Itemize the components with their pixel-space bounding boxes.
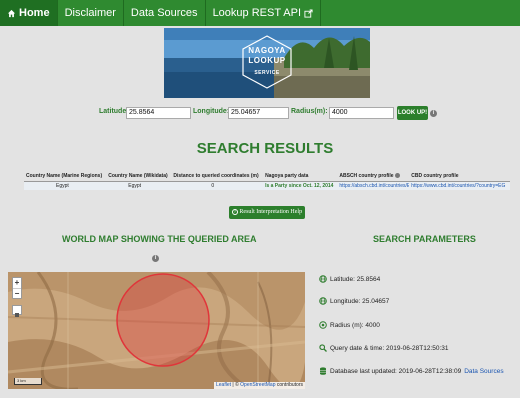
params-heading: SEARCH PARAMETERS — [373, 234, 476, 244]
col-absch-profile: ABSCH country profile — [337, 172, 410, 182]
param-query-date-text: Query date & time: 2019-06-28T12:50:31 — [330, 344, 449, 352]
param-db-updated-text: Database last updated: 2019-06-28T12:38:… — [330, 367, 462, 375]
nav-home-label: Home — [19, 7, 50, 19]
param-radius-text: Radius (m): 4000 — [330, 321, 380, 329]
param-longitude-text: Longitude: 25.04657 — [330, 297, 390, 305]
globe-icon — [319, 275, 327, 283]
col-nagoya-party: Nagoya party data — [263, 172, 338, 182]
osm-link[interactable]: OpenStreetMap — [240, 382, 275, 388]
nav-data-sources[interactable]: Data Sources — [124, 0, 206, 26]
col-marine-regions: Country Name (Marine Regions) — [24, 172, 107, 182]
zoom-control: + − — [12, 277, 22, 299]
nav-disclaimer[interactable]: Disclaimer — [58, 0, 124, 26]
result-help-label: Result Interpretation Help — [239, 209, 303, 215]
table-row: Egypt Egypt 0 Is a Party since Oct. 12, … — [24, 181, 510, 190]
hero-title-line1: NAGOYA — [248, 46, 286, 55]
home-icon — [7, 9, 16, 17]
search-icon — [319, 344, 327, 352]
map-info-icon[interactable]: i — [152, 255, 159, 262]
leaflet-link[interactable]: Leaflet — [216, 382, 231, 388]
query-radius-circle — [116, 273, 210, 367]
target-icon — [319, 321, 327, 329]
radius-input[interactable]: 4000 — [329, 107, 394, 119]
database-icon — [320, 367, 326, 375]
help-circle-icon: ? — [231, 208, 238, 215]
longitude-input[interactable]: 25.04657 — [228, 107, 289, 119]
radius-label: Radius(m): — [291, 108, 328, 115]
hero-title-line2: LOOKUP — [248, 56, 286, 65]
search-results-heading: SEARCH RESULTS — [196, 140, 334, 157]
satellite-tiles — [8, 272, 305, 389]
results-header-row: Country Name (Marine Regions) Country Na… — [24, 172, 510, 182]
param-radius: Radius (m): 4000 — [319, 321, 380, 329]
absch-link[interactable]: https://absch.cbd.int/countries/EG — [337, 181, 409, 190]
nav-home[interactable]: Home — [0, 0, 58, 26]
cell-distance: 0 — [211, 182, 215, 189]
col-wikidata: Country Name (Wikidata) — [106, 172, 172, 182]
globe-icon — [319, 297, 327, 305]
map-scale-bar: 3 km — [14, 378, 42, 385]
square-icon — [15, 313, 19, 317]
nav-disclaimer-label: Disclaimer — [64, 7, 116, 19]
zoom-out-button[interactable]: − — [13, 288, 21, 298]
param-db-updated: Database last updated: 2019-06-28T12:38:… — [319, 367, 504, 375]
latitude-label: Latitude: — [99, 108, 129, 115]
top-navbar: Home Disclaimer Data Sources Lookup REST… — [0, 0, 520, 26]
param-latitude-text: Latitude: 25.8564 — [330, 275, 381, 283]
param-query-date: Query date & time: 2019-06-28T12:50:31 — [319, 344, 449, 352]
data-sources-link[interactable]: Data Sources — [464, 368, 503, 375]
map-heading: WORLD MAP SHOWING THE QUERIED AREA — [62, 234, 257, 244]
hero-title-line3: SERVICE — [254, 70, 280, 76]
nav-lookup-api[interactable]: Lookup REST API — [206, 0, 322, 26]
world-map[interactable]: + − 3 km Leaflet | © OpenStreetMap contr… — [8, 272, 305, 389]
latitude-input[interactable]: 25.8564 — [126, 107, 191, 119]
longitude-label: Longitude: — [193, 108, 230, 115]
map-layer-button[interactable] — [12, 305, 22, 317]
absch-info-icon[interactable] — [394, 173, 400, 179]
attribution-tail: contributors — [275, 382, 303, 388]
map-attribution: Leaflet | © OpenStreetMap contributors — [214, 382, 305, 389]
lookup-button[interactable]: LOOK UP! — [397, 106, 428, 120]
param-latitude: Latitude: 25.8564 — [319, 275, 380, 283]
nav-lookup-api-label: Lookup REST API — [212, 7, 302, 19]
zoom-in-button[interactable]: + — [13, 278, 21, 288]
cbd-link[interactable]: https://www.cbd.int/countries/?country=E… — [409, 181, 510, 190]
result-help-button[interactable]: ? Result Interpretation Help — [229, 206, 305, 219]
col-cbd-profile: CBD country profile — [409, 172, 510, 182]
results-table: Country Name (Marine Regions) Country Na… — [24, 172, 510, 190]
nav-data-sources-label: Data Sources — [130, 7, 198, 19]
hero-banner: NAGOYA LOOKUP SERVICE — [164, 28, 370, 98]
external-link-icon — [304, 8, 313, 18]
info-icon[interactable]: i — [430, 110, 437, 117]
lookup-form: Latitude: 25.8564 Longitude: 25.04657 Ra… — [0, 106, 520, 122]
col-distance: Distance to queried coordinates (m) — [171, 172, 264, 182]
attribution-separator: | © — [231, 382, 241, 388]
param-longitude: Longitude: 25.04657 — [319, 297, 389, 305]
cell-marine: Egypt — [56, 182, 69, 189]
cell-wikidata: Egypt — [128, 182, 142, 189]
cell-party: Is a Party since Oct. 12, 2014 — [265, 182, 334, 189]
col-absch-label: ABSCH country profile — [339, 173, 394, 180]
